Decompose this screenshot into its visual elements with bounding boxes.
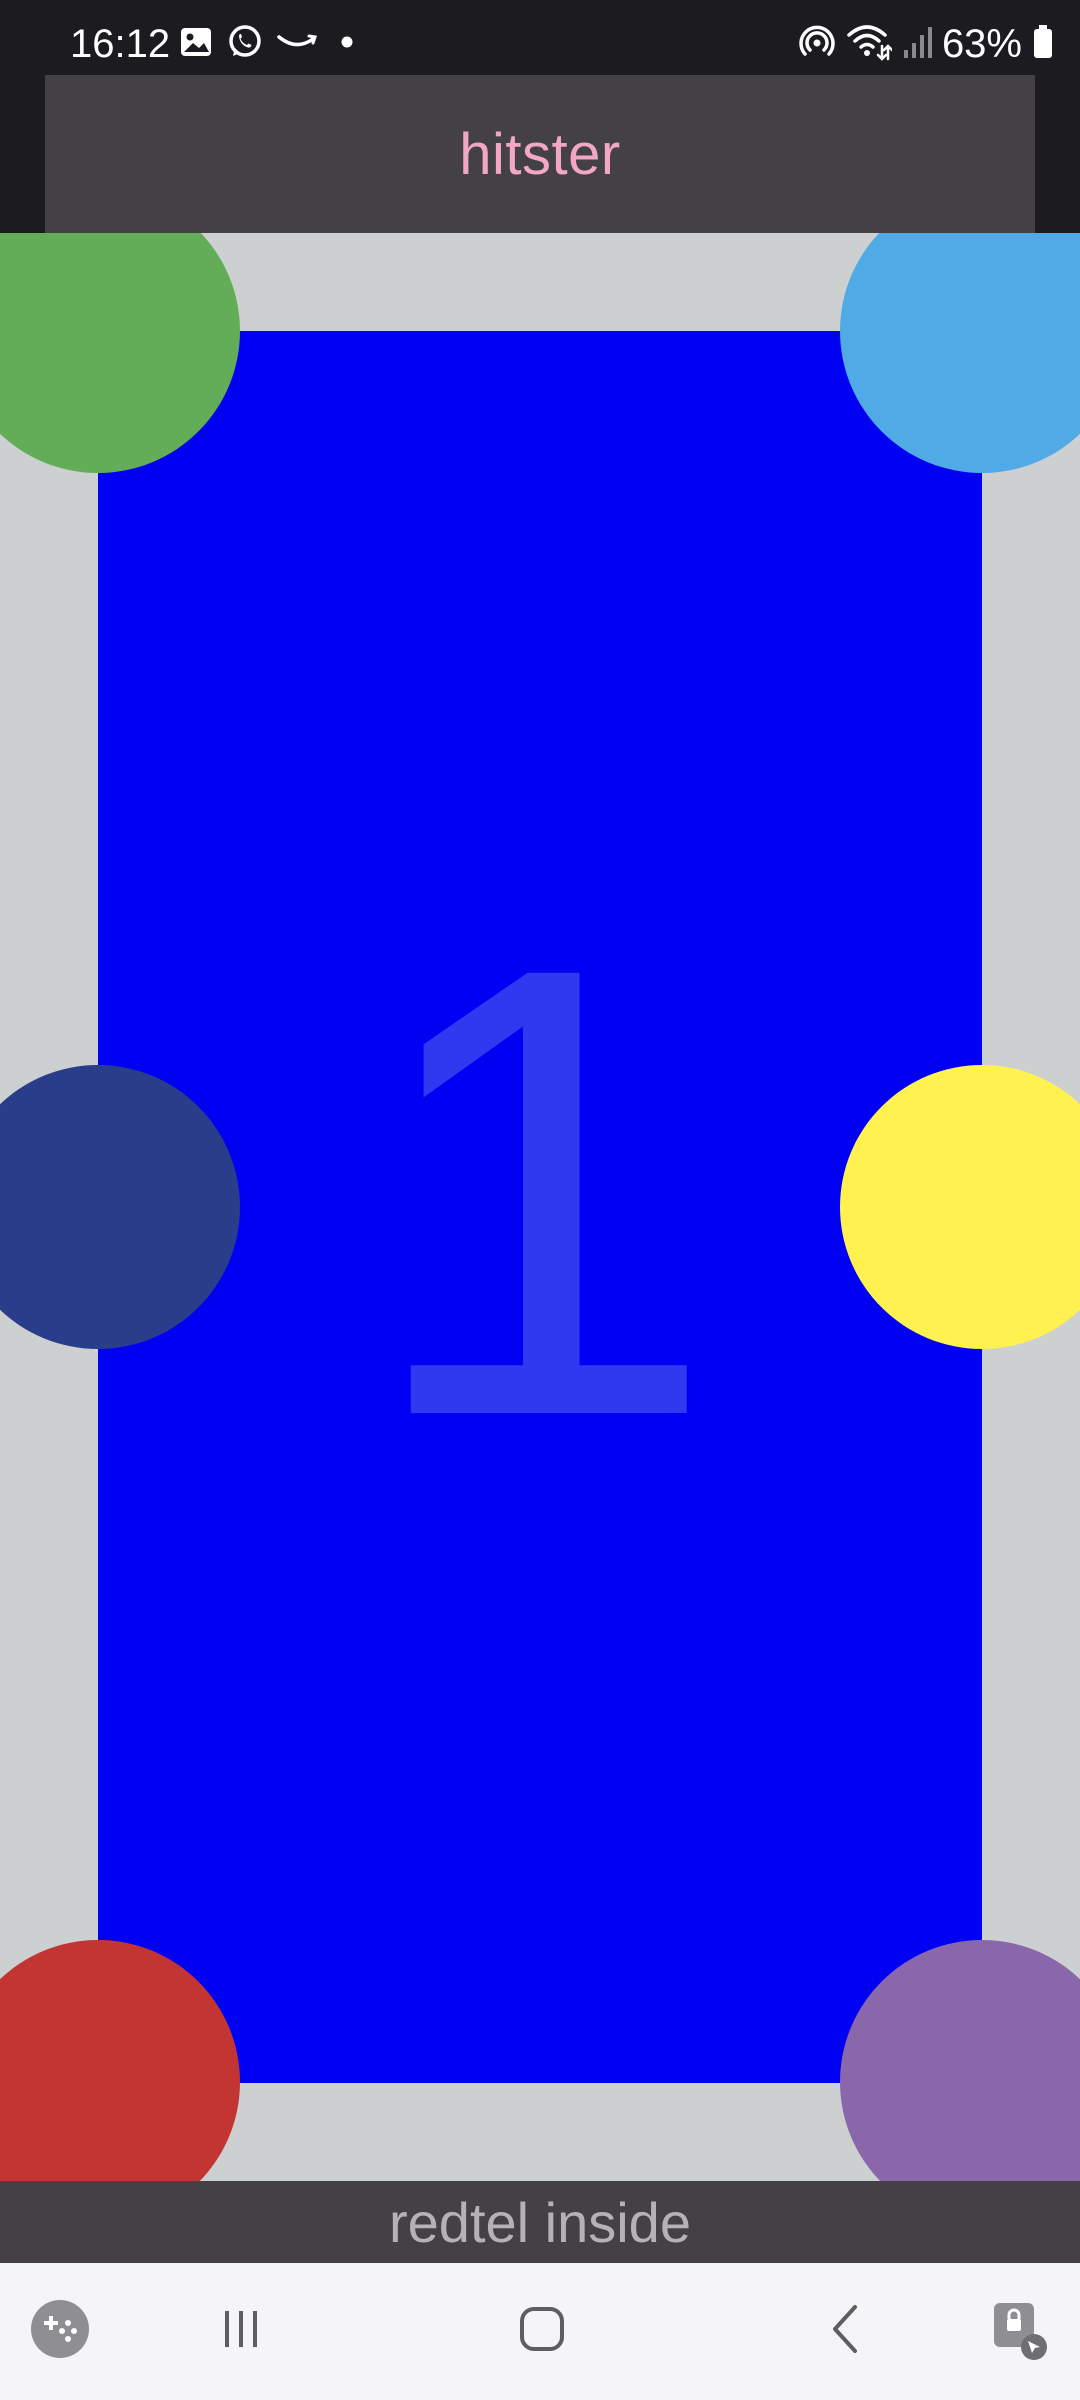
card-number: 1 [362,834,718,1549]
status-left-icons [178,22,362,66]
gallery-icon [178,24,214,65]
back-icon [821,2303,871,2360]
home-button[interactable] [482,2263,602,2400]
recent-apps-icon [216,2304,266,2359]
app-title: hitster [459,121,621,187]
wifi-icon [846,22,894,67]
navigation-bar [0,2263,1080,2400]
whatsapp-icon [226,23,264,66]
game-tools-icon [29,2298,91,2365]
app-title-bar: hitster [45,75,1035,233]
notification-dot-icon [332,27,362,62]
hotspot-icon [798,23,836,66]
amazon-icon [276,27,320,62]
game-board: 1 [0,233,1080,2181]
screen-lock-icon [988,2297,1052,2366]
recent-apps-button[interactable] [181,2263,301,2400]
footer: redtel inside [0,2181,1080,2263]
screen: 16:12 63% hitster 1 redtel inside [0,0,1080,2400]
status-right: 63% [798,20,1054,68]
screen-lock-button[interactable] [960,2263,1080,2400]
status-time: 16:12 [70,22,171,66]
battery-icon [1032,24,1054,65]
back-button[interactable] [786,2263,906,2400]
signal-icon [902,24,932,65]
footer-text: redtel inside [389,2190,691,2254]
home-icon [516,2303,568,2360]
game-tools-button[interactable] [0,2263,120,2400]
battery-percentage: 63% [941,22,1022,66]
